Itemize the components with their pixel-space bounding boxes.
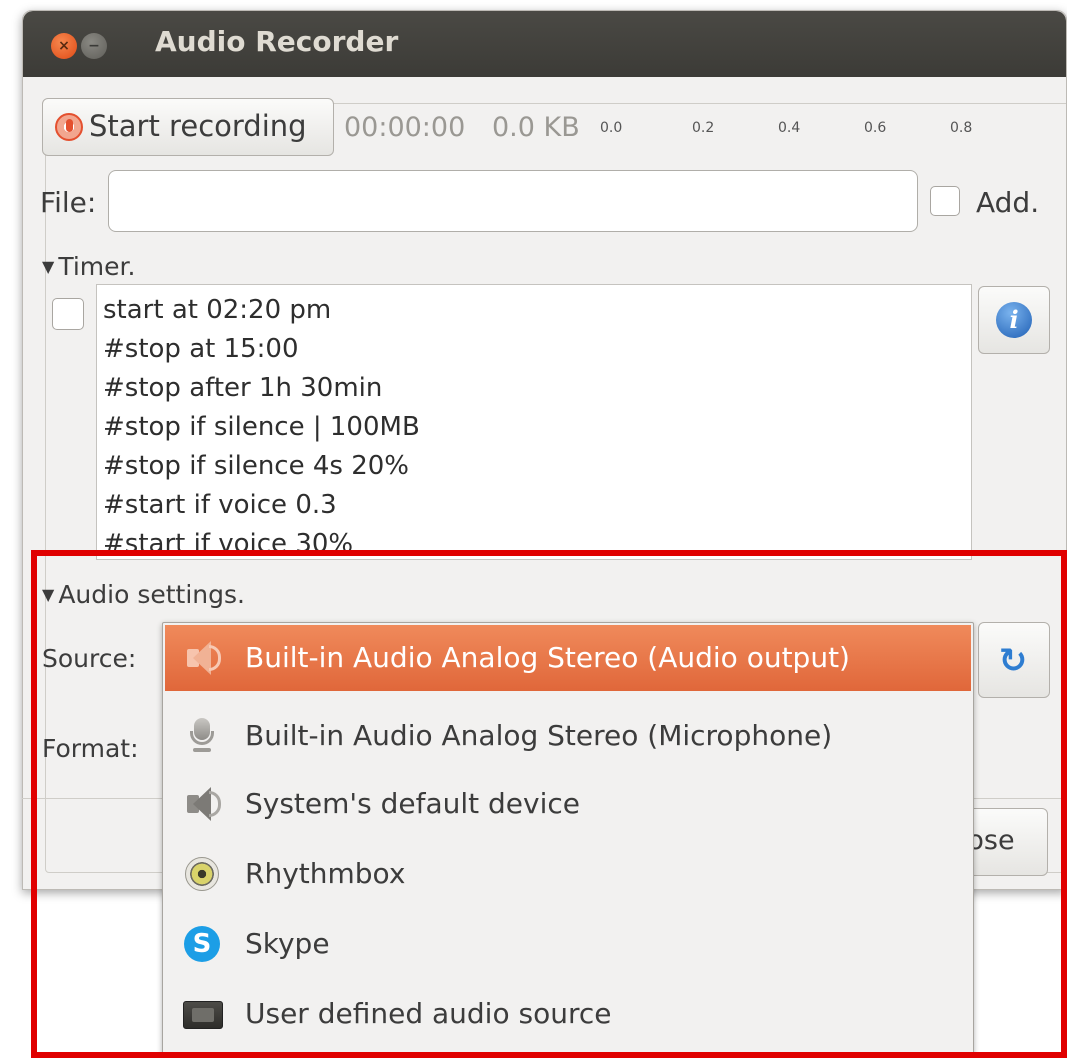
menu-item-label: Built-in Audio Analog Stereo (Microphone… bbox=[245, 719, 833, 752]
add-checkbox[interactable] bbox=[930, 186, 960, 216]
menu-item-label: System's default device bbox=[245, 787, 580, 820]
timer-line: #stop at 15:00 bbox=[103, 334, 299, 364]
menu-item-skype[interactable]: S Skype bbox=[165, 911, 971, 977]
timer-line: #start if voice 0.3 bbox=[103, 490, 337, 520]
expand-triangle-icon: ▼ bbox=[42, 585, 55, 604]
menu-item-audio-output[interactable]: Built-in Audio Analog Stereo (Audio outp… bbox=[165, 625, 971, 691]
file-size: 0.0 KB bbox=[492, 112, 580, 143]
timer-line: #stop after 1h 30min bbox=[103, 373, 383, 403]
timer-line: #stop if silence 4s 20% bbox=[103, 451, 410, 481]
menu-item-user-defined[interactable]: User defined audio source bbox=[165, 981, 971, 1047]
timer-commands-textarea[interactable]: start at 02:20 pm #stop at 15:00 #stop a… bbox=[96, 284, 972, 560]
refresh-icon: ↻ bbox=[998, 641, 1028, 681]
minimize-window-icon[interactable]: − bbox=[81, 33, 107, 59]
level-tick: 0.6 bbox=[864, 120, 887, 136]
info-icon: i bbox=[996, 302, 1032, 338]
elapsed-time: 00:00:00 bbox=[344, 112, 466, 143]
level-tick: 0.4 bbox=[778, 120, 801, 136]
menu-item-system-default[interactable]: System's default device bbox=[165, 771, 971, 837]
source-dropdown-menu: Built-in Audio Analog Stereo (Audio outp… bbox=[162, 622, 974, 1058]
menu-item-label: Skype bbox=[245, 927, 330, 960]
audio-settings-expander[interactable]: ▼ Audio settings. bbox=[42, 580, 245, 609]
timer-enable-checkbox[interactable] bbox=[52, 298, 84, 330]
menu-item-microphone[interactable]: Built-in Audio Analog Stereo (Microphone… bbox=[165, 703, 971, 769]
microphone-icon bbox=[183, 717, 221, 755]
level-tick: 0.0 bbox=[600, 120, 623, 136]
start-recording-label: Start recording bbox=[89, 109, 307, 143]
folder-icon bbox=[183, 995, 223, 1033]
skype-icon: S bbox=[183, 925, 221, 963]
timer-line: #start if voice 30% bbox=[103, 529, 354, 559]
audio-settings-label: Audio settings. bbox=[58, 580, 245, 609]
menu-item-rhythmbox[interactable]: Rhythmbox bbox=[165, 841, 971, 907]
level-tick: 0.2 bbox=[692, 120, 715, 136]
menu-item-label: Rhythmbox bbox=[245, 857, 406, 890]
timer-line: #stop if silence | 100MB bbox=[103, 412, 420, 442]
file-path-input[interactable] bbox=[108, 170, 918, 232]
menu-item-label: User defined audio source bbox=[245, 997, 612, 1030]
add-label: Add. bbox=[976, 186, 1040, 219]
source-label: Source: bbox=[42, 644, 137, 673]
title-bar[interactable]: × − Audio Recorder bbox=[23, 11, 1066, 77]
record-icon bbox=[55, 113, 83, 141]
timer-expander-label: Timer. bbox=[58, 252, 136, 281]
close-window-icon[interactable]: × bbox=[51, 33, 77, 59]
timer-info-button[interactable]: i bbox=[978, 286, 1050, 354]
level-tick: 0.8 bbox=[950, 120, 973, 136]
format-label: Format: bbox=[42, 734, 139, 763]
timer-line: start at 02:20 pm bbox=[103, 295, 332, 325]
speaker-icon bbox=[183, 639, 221, 677]
expand-triangle-icon: ▼ bbox=[42, 257, 55, 276]
menu-item-label: Built-in Audio Analog Stereo (Audio outp… bbox=[245, 641, 850, 674]
rhythmbox-icon bbox=[183, 855, 221, 893]
window-title: Audio Recorder bbox=[155, 25, 399, 58]
refresh-sources-button[interactable]: ↻ bbox=[978, 622, 1050, 698]
timer-expander[interactable]: ▼ Timer. bbox=[42, 252, 135, 281]
start-recording-button[interactable]: Start recording bbox=[42, 98, 334, 156]
file-label: File: bbox=[40, 186, 97, 219]
speaker-icon bbox=[183, 785, 221, 823]
